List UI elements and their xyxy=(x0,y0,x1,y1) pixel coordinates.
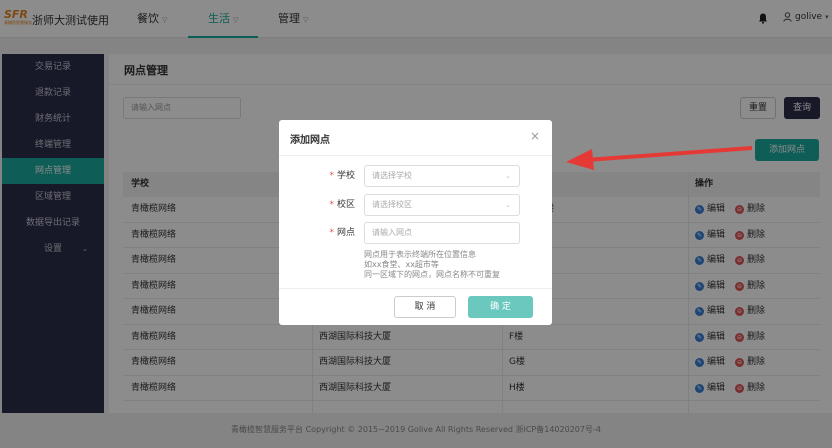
confirm-button[interactable]: 确 定 xyxy=(468,296,533,318)
point-label: * 网点 xyxy=(329,228,355,238)
cancel-button[interactable]: 取 消 xyxy=(394,296,456,318)
divider xyxy=(279,288,552,289)
chevron-down-icon: ⌄ xyxy=(505,172,511,180)
campus-label: * 校区 xyxy=(329,200,355,210)
school-select-placeholder: 请选择学校 xyxy=(372,171,412,180)
divider xyxy=(279,155,552,156)
help-text: 网点用于表示终端所在位置信息 如xx食堂、xx超市等 同一区域下的网点，网点名称… xyxy=(364,250,500,280)
help-line: 网点用于表示终端所在位置信息 xyxy=(364,250,476,259)
add-point-dialog: 添加网点 × * 学校 请选择学校 ⌄ * 校区 请选择校区 ⌄ * 网点 请输入网点… xyxy=(279,120,552,325)
campus-select[interactable]: 请选择校区 ⌄ xyxy=(364,194,520,216)
dialog-title: 添加网点 xyxy=(290,135,330,146)
chevron-down-icon: ⌄ xyxy=(505,201,511,209)
school-select[interactable]: 请选择学校 ⌄ xyxy=(364,165,520,187)
help-line: 同一区域下的网点，网点名称不可重复 xyxy=(364,270,500,279)
point-input-placeholder: 请输入网点 xyxy=(372,228,412,237)
help-line: 如xx食堂、xx超市等 xyxy=(364,260,439,269)
campus-select-placeholder: 请选择校区 xyxy=(372,200,412,209)
point-input[interactable]: 请输入网点 xyxy=(364,222,520,244)
close-icon[interactable]: × xyxy=(530,129,540,143)
school-label: * 学校 xyxy=(329,171,355,181)
